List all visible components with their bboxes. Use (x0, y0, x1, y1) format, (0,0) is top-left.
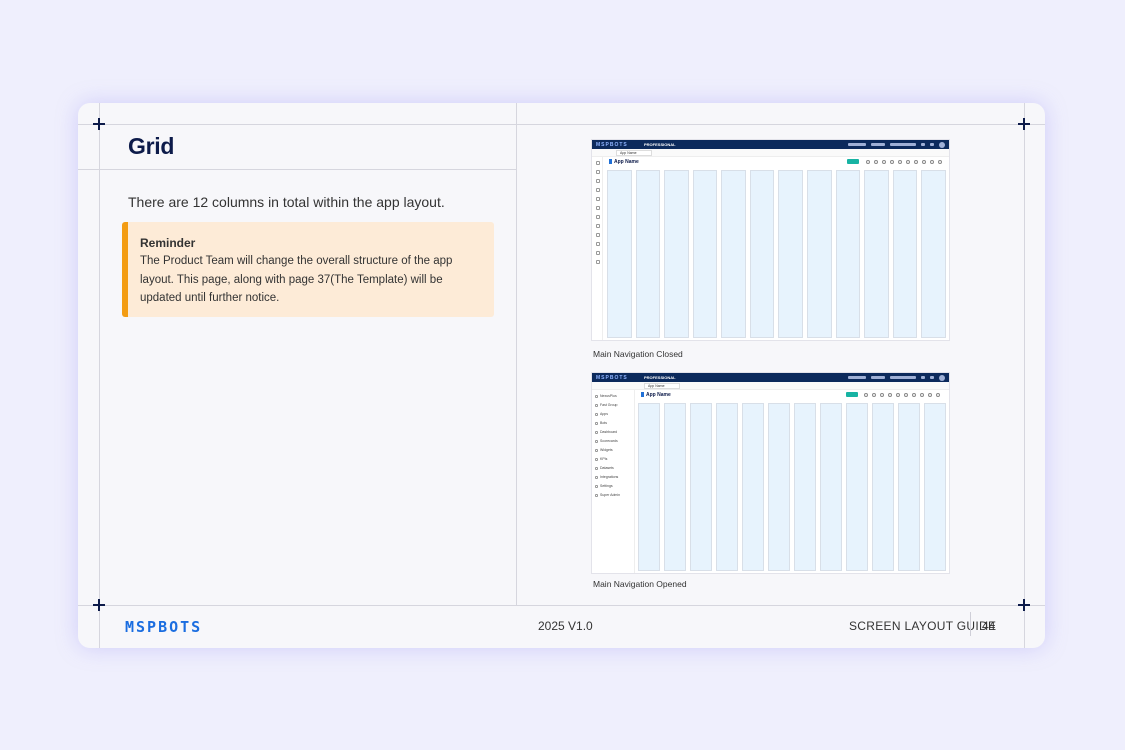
slide-card: Grid There are 12 columns in total withi… (78, 103, 1045, 648)
grid-column (898, 403, 920, 571)
sidebar-item: Apps (595, 412, 608, 416)
grid-column (638, 403, 660, 571)
mockup-nav-closed: MSPBOTS PROFESSIONAL App Name App Name (591, 139, 950, 341)
sidebar-icon (596, 215, 600, 219)
footer-version: 2025 V1.0 (538, 619, 593, 633)
mockup-logo: MSPBOTS (596, 375, 628, 381)
sidebar-icon (596, 179, 600, 183)
guide-line (1024, 103, 1025, 648)
mockup-sidebar-expanded: NexusPlus Fast Group Apps Bots Dashboard… (592, 390, 635, 573)
sidebar-icon (596, 188, 600, 192)
sidebar-item: Scorecards (595, 439, 618, 443)
sidebar-item: Super Admin (595, 493, 620, 497)
grid-column (778, 170, 804, 338)
mockup-app-header: App Name (636, 391, 949, 401)
sidebar-item: Bots (595, 421, 607, 425)
page-title: Grid (128, 133, 175, 159)
footer-guide-title: SCREEN LAYOUT GUIDE (849, 619, 997, 633)
grid-column (864, 170, 889, 338)
grid-column (835, 170, 861, 338)
grid-column (635, 170, 661, 338)
mockup-badge: PROFESSIONAL (644, 375, 676, 380)
crosshair-icon (1018, 118, 1030, 130)
mockup-toolbar (864, 393, 940, 397)
mockup-app-name: App Name (641, 392, 671, 398)
mockup-topbar: MSPBOTS PROFESSIONAL (592, 140, 949, 149)
sidebar-icon (596, 260, 600, 264)
grid-columns (638, 403, 946, 571)
sidebar-item: Widgets (595, 448, 613, 452)
grid-column (690, 403, 712, 571)
sidebar-item: Integrations (595, 475, 618, 479)
grid-column (721, 170, 746, 338)
sidebar-icon (596, 161, 600, 165)
sidebar-icon (596, 206, 600, 210)
grid-column (924, 403, 946, 571)
sidebar-item: Dashboard (595, 430, 617, 434)
grid-column (921, 170, 946, 338)
sidebar-icon (596, 233, 600, 237)
mockup-primary-button (847, 159, 859, 164)
guide-line (78, 169, 516, 170)
mockup-toolbar (866, 160, 942, 164)
sidebar-item: KPIs (595, 457, 607, 461)
grid-column (664, 403, 686, 571)
mockup-tab: App Name (616, 150, 652, 156)
mockup-topbar-actions (848, 141, 945, 148)
crosshair-icon (93, 118, 105, 130)
footer-divider (970, 612, 971, 636)
guide-line (99, 103, 100, 648)
mockup-tabbar: App Name (592, 382, 949, 390)
guide-line (516, 103, 517, 605)
mockup-logo: MSPBOTS (596, 142, 628, 148)
sidebar-item: Datasets (595, 466, 614, 470)
mockup-caption: Main Navigation Opened (593, 579, 687, 589)
sidebar-icon (596, 251, 600, 255)
grid-column (607, 170, 632, 338)
grid-column (716, 403, 738, 571)
mockup-topbar-actions (848, 374, 945, 381)
grid-column (768, 403, 790, 571)
grid-column (892, 170, 918, 338)
grid-column (846, 403, 868, 571)
mockup-primary-button (846, 392, 858, 397)
sidebar-item: NexusPlus (595, 394, 617, 398)
page-number: 44 (982, 619, 996, 633)
mockup-topbar: MSPBOTS PROFESSIONAL (592, 373, 949, 382)
mockup-app-name: App Name (609, 159, 639, 165)
grid-column (794, 403, 816, 571)
grid-column (692, 170, 718, 338)
crosshair-icon (1018, 599, 1030, 611)
guide-line (78, 124, 1045, 125)
sidebar-item: Fast Group (595, 403, 618, 407)
grid-column (742, 403, 764, 571)
mockup-tabbar: App Name (592, 149, 949, 157)
grid-column (749, 170, 775, 338)
grid-column (820, 403, 842, 571)
sidebar-icon (596, 224, 600, 228)
guide-line (78, 605, 1045, 606)
sidebar-icon (596, 242, 600, 246)
mockup-app-header: App Name (604, 158, 949, 168)
grid-column (807, 170, 832, 338)
sidebar-icon (596, 197, 600, 201)
reminder-callout: Reminder The Product Team will change th… (122, 222, 494, 317)
grid-columns (607, 170, 946, 338)
sidebar-item: Settings (595, 484, 613, 488)
brand-logo: MSPBOTS (125, 618, 203, 636)
mockup-caption: Main Navigation Closed (593, 349, 683, 359)
grid-column (664, 170, 689, 338)
crosshair-icon (93, 599, 105, 611)
reminder-title: Reminder (140, 236, 196, 250)
footer-logo: MSPBOTS (125, 618, 202, 636)
reminder-body: The Product Team will change the overall… (140, 255, 453, 304)
grid-column (872, 403, 894, 571)
mockup-badge: PROFESSIONAL (644, 142, 676, 147)
mockup-tab: App Name (644, 383, 680, 389)
mockup-nav-opened: MSPBOTS PROFESSIONAL App Name NexusPlus … (591, 372, 950, 574)
mockup-sidebar-collapsed (592, 157, 603, 340)
page-description: There are 12 columns in total within the… (128, 194, 445, 210)
sidebar-icon (596, 170, 600, 174)
